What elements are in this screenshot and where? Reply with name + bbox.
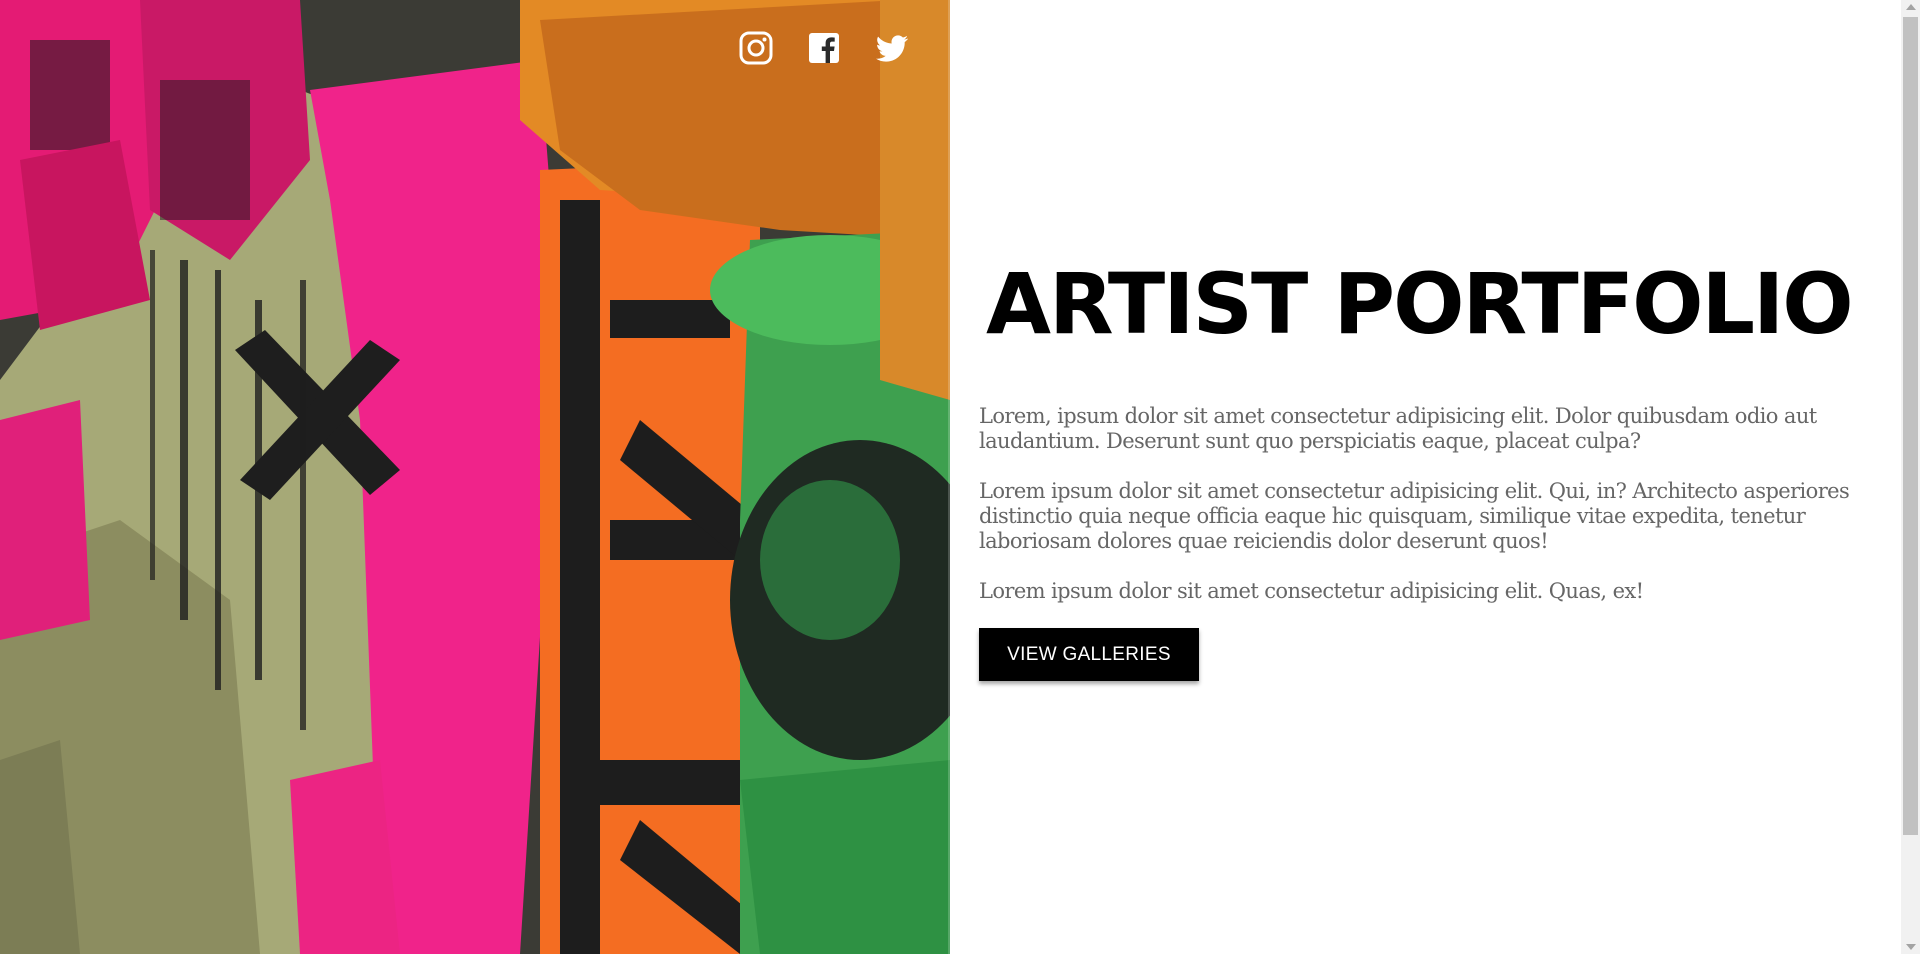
intro-paragraph-3: Lorem ipsum dolor sit amet consectetur a…	[979, 579, 1644, 603]
scroll-up-arrow-icon[interactable]	[1906, 4, 1916, 10]
intro-paragraph-1: Lorem, ipsum dolor sit amet consectetur …	[979, 404, 1817, 453]
view-galleries-button[interactable]: VIEW GALLERIES	[979, 628, 1199, 681]
facebook-link[interactable]	[806, 30, 842, 66]
intro-paragraph-2: Lorem ipsum dolor sit amet consectetur a…	[979, 479, 1850, 553]
scrollbar-thumb[interactable]	[1903, 17, 1918, 835]
social-links	[738, 30, 910, 66]
intro-section: ARTIST PORTFOLIO Lorem, ipsum dolor sit …	[950, 0, 1900, 954]
hero-collage-image	[0, 0, 950, 954]
scroll-down-arrow-icon[interactable]	[1906, 944, 1916, 950]
page: ARTIST PORTFOLIO Lorem, ipsum dolor sit …	[0, 0, 1920, 954]
page-title: ARTIST PORTFOLIO	[986, 255, 1854, 353]
street-art-collage	[0, 0, 950, 954]
twitter-link[interactable]	[874, 30, 910, 66]
twitter-icon	[875, 35, 908, 62]
intro-text: Lorem, ipsum dolor sit amet consectetur …	[979, 404, 1869, 629]
instagram-icon	[739, 31, 773, 65]
facebook-icon	[809, 33, 839, 63]
instagram-link[interactable]	[738, 30, 774, 66]
vertical-scrollbar[interactable]	[1901, 0, 1920, 954]
